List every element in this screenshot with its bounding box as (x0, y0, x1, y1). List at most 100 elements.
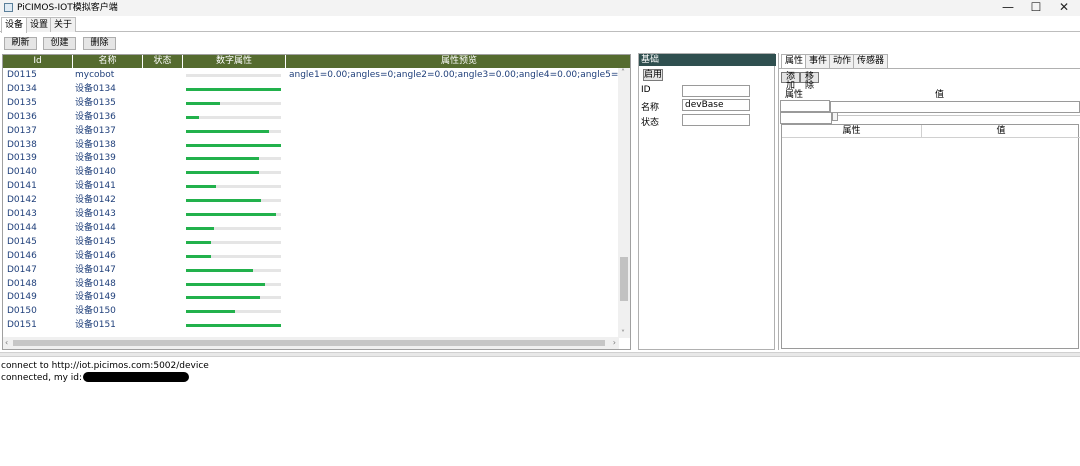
column-header-property[interactable]: 属性 (782, 125, 922, 138)
tab-events[interactable]: 事件 (805, 54, 832, 68)
table-row[interactable]: D0142 设备0142 (3, 193, 619, 207)
progress-bar (186, 143, 281, 147)
scroll-down-icon[interactable]: ˅ (621, 329, 625, 338)
cell-status (145, 249, 181, 263)
cell-status (145, 165, 181, 179)
vertical-scrollbar[interactable]: ˄ ˅ (618, 68, 630, 338)
table-row[interactable]: D0138 设备0138 (3, 138, 619, 152)
column-header-value[interactable]: 值 (922, 125, 1080, 138)
cell-preview (289, 165, 619, 179)
detail-panel: 属性 事件 动作 传感器 添加 移除 属性 值 属性 值 (778, 53, 1080, 350)
name-label: 名称 (641, 103, 660, 113)
progress-bar (186, 324, 281, 328)
log-output[interactable]: connect to http://iot.picimos.com:5002/d… (0, 359, 1080, 466)
id-field[interactable] (682, 85, 750, 97)
add-button[interactable]: 添加 (781, 72, 800, 91)
tab-devices[interactable]: 设备 (1, 17, 28, 33)
cell-id: D0150 (7, 306, 37, 317)
attribute-input[interactable] (780, 100, 830, 112)
column-header-id[interactable]: Id (3, 55, 73, 68)
panel-splitter[interactable] (0, 352, 1080, 357)
table-row[interactable]: D0137 设备0137 (3, 124, 619, 138)
table-row[interactable]: D0147 设备0147 (3, 263, 619, 277)
progress-bar (186, 74, 281, 77)
cell-name: 设备0139 (75, 153, 116, 164)
create-button[interactable]: 创建 (43, 37, 76, 50)
minimize-button[interactable]: — (994, 0, 1022, 16)
table-row[interactable]: D0135 设备0135 (3, 96, 619, 110)
progress-bar-fill (186, 115, 200, 119)
tab-actions[interactable]: 动作 (829, 54, 856, 68)
progress-bar (186, 240, 281, 244)
tab-about[interactable]: 关于 (50, 17, 77, 32)
maximize-button[interactable]: ☐ (1022, 0, 1050, 16)
name-field[interactable]: devBase (682, 99, 750, 111)
cell-preview (289, 249, 619, 263)
remove-button[interactable]: 移除 (800, 72, 819, 91)
secondary-input[interactable] (780, 112, 832, 124)
cell-status (145, 235, 181, 249)
scroll-left-icon[interactable]: ‹ (5, 338, 8, 347)
progress-bar-fill (186, 226, 214, 230)
progress-bar-fill (186, 171, 260, 175)
table-row[interactable]: D0144 设备0144 (3, 221, 619, 235)
device-grid[interactable]: Id 名称 状态 数字属性 属性预览 D0115 mycobot angle1=0.… (2, 54, 631, 350)
table-row[interactable]: D0151 设备0151 (3, 318, 619, 332)
column-header-name[interactable]: 名称 (73, 55, 143, 68)
vertical-scroll-thumb[interactable] (620, 257, 628, 301)
table-row[interactable]: D0148 设备0148 (3, 277, 619, 291)
cell-id: D0141 (7, 181, 37, 192)
horizontal-scrollbar[interactable]: ‹ › (3, 337, 619, 349)
column-header-numeric[interactable]: 数字属性 (183, 55, 286, 68)
cell-name: 设备0150 (75, 306, 116, 317)
progress-bar (186, 87, 281, 91)
table-row[interactable]: D0115 mycobot angle1=0.00;angles=0;angle2=… (3, 68, 619, 82)
progress-bar-fill (186, 199, 262, 203)
enable-button[interactable]: 启用 (643, 69, 663, 81)
cell-preview (289, 221, 619, 235)
status-field[interactable] (682, 114, 750, 126)
column-header-status[interactable]: 状态 (143, 55, 183, 68)
progress-bar (186, 268, 281, 272)
slider-track[interactable] (832, 115, 1080, 116)
progress-bar (186, 199, 281, 203)
cell-id: D0136 (7, 111, 37, 122)
main-tab-strip: 设备 设置 关于 (0, 17, 1080, 33)
cell-name: 设备0146 (75, 250, 116, 261)
cell-preview (289, 290, 619, 304)
cell-status (145, 290, 181, 304)
table-row[interactable]: D0145 设备0145 (3, 235, 619, 249)
close-button[interactable]: ✕ (1050, 0, 1078, 16)
cell-id: D0151 (7, 320, 37, 331)
table-row[interactable]: D0134 设备0134 (3, 82, 619, 96)
scroll-up-icon[interactable]: ˄ (621, 68, 625, 77)
table-row[interactable]: D0143 设备0143 (3, 207, 619, 221)
cell-name: 设备0148 (75, 278, 116, 289)
scroll-right-icon[interactable]: › (613, 338, 616, 347)
tab-sensors[interactable]: 传感器 (853, 54, 889, 68)
table-row[interactable]: D0146 设备0146 (3, 249, 619, 263)
table-row[interactable]: D0150 设备0150 (3, 304, 619, 318)
slider-thumb[interactable] (832, 112, 838, 121)
table-row[interactable]: D0139 设备0139 (3, 151, 619, 165)
delete-button[interactable]: 删除 (83, 37, 116, 50)
cell-status (145, 318, 181, 332)
table-row[interactable]: D0140 设备0140 (3, 165, 619, 179)
progress-bar (186, 129, 281, 133)
cell-id: D0139 (7, 153, 37, 164)
cell-id: D0143 (7, 209, 37, 219)
progress-bar-fill (186, 324, 281, 328)
table-row[interactable]: D0136 设备0136 (3, 110, 619, 124)
table-row[interactable]: D0141 设备0141 (3, 179, 619, 193)
tab-settings[interactable]: 设置 (26, 17, 53, 32)
horizontal-scroll-thumb[interactable] (13, 340, 605, 346)
value-input[interactable] (830, 101, 1080, 113)
property-table[interactable]: 属性 值 (781, 124, 1080, 349)
refresh-button[interactable]: 刷新 (4, 37, 37, 50)
tab-properties[interactable]: 属性 (781, 54, 808, 68)
column-header-preview[interactable]: 属性预览 (286, 55, 630, 68)
cell-preview (289, 138, 619, 152)
cell-preview (289, 96, 619, 110)
progress-bar-fill (186, 185, 217, 189)
table-row[interactable]: D0149 设备0149 (3, 290, 619, 304)
